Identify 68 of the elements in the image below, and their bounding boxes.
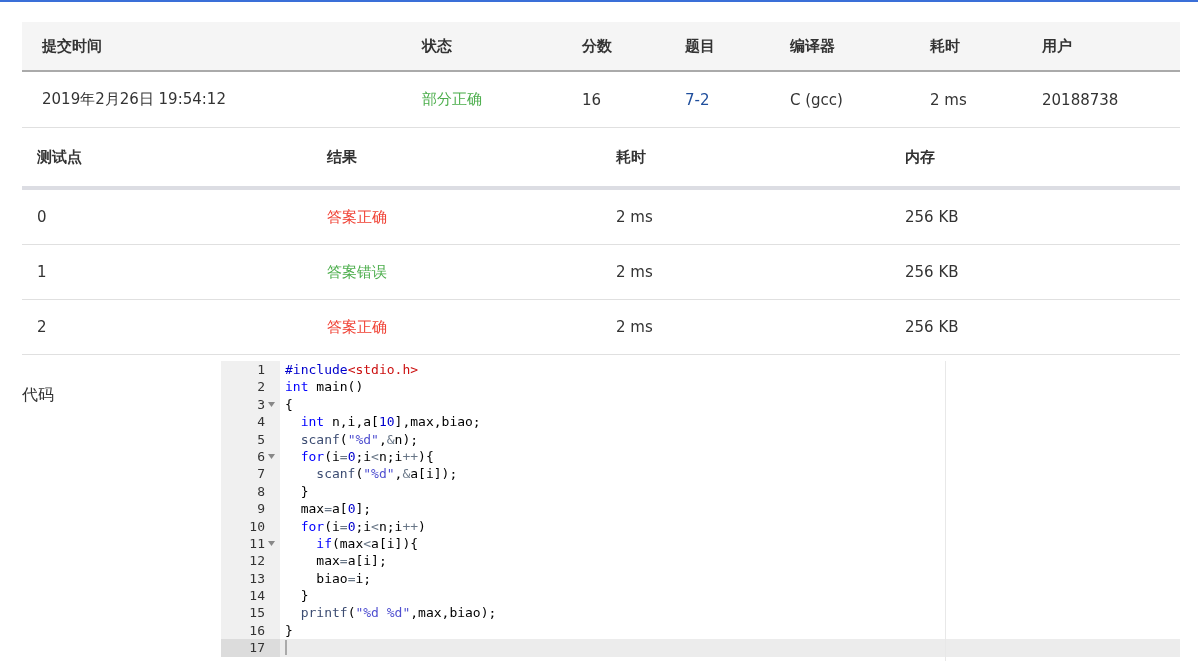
code-line: scanf("%d",&n); (299, 430, 419, 448)
code-line: printf("%d %d",max,biao); (299, 604, 497, 622)
test-id: 0 (37, 208, 47, 226)
line-number: 5 (257, 430, 265, 448)
test-id: 2 (37, 318, 47, 336)
text-cursor (285, 640, 287, 656)
line-number: 14 (249, 587, 265, 605)
result-text: 答案正确 (327, 207, 387, 227)
memory-cell: 256 KB (905, 208, 959, 226)
line-number: 12 (249, 552, 265, 570)
code-line: for(i=0;i<n;i++) (299, 517, 426, 535)
column-header: 编译器 (790, 36, 835, 56)
code-line: max=a[i]; (315, 552, 387, 570)
time-cell: 2 ms (616, 263, 653, 281)
duration-cell: 2 ms (930, 90, 967, 109)
line-number: 4 (257, 413, 265, 431)
code-line: scanf("%d",&a[i]); (315, 465, 458, 483)
column-header: 提交时间 (42, 36, 102, 56)
line-number: 10 (249, 517, 265, 535)
line-number: 1 (257, 361, 265, 379)
code-line: max=a[0]; (299, 500, 372, 518)
score-cell: 16 (582, 90, 602, 109)
line-number: 6 (257, 447, 265, 466)
time-cell: 2 ms (616, 318, 653, 336)
code-line: if(max<a[i]){ (315, 534, 419, 553)
code-line: } (299, 482, 309, 501)
compiler-cell: C (gcc) (790, 90, 843, 109)
status-text: 部分正确 (422, 90, 482, 109)
user-cell: 20188738 (1042, 90, 1119, 109)
column-header: 耗时 (616, 147, 646, 167)
line-number: 7 (257, 465, 265, 483)
column-header: 内存 (905, 147, 935, 167)
line-number: 16 (249, 621, 265, 640)
memory-cell: 256 KB (905, 318, 959, 336)
column-header: 用户 (1042, 36, 1072, 56)
time-cell: 2 ms (616, 208, 653, 226)
line-number: 11 (249, 534, 265, 553)
line-number: 3 (257, 395, 265, 414)
line-number: 2 (257, 378, 265, 396)
line-number: 8 (257, 482, 265, 501)
submit-time: 2019年2月26日 19:54:12 (42, 90, 226, 109)
code-line: biao=i; (315, 569, 372, 588)
code-line: for(i=0;i<n;i++){ (299, 447, 434, 466)
code-line: #include<stdio.h> (285, 361, 419, 379)
line-number: 15 (249, 604, 265, 622)
result-text: 答案错误 (327, 262, 387, 282)
column-header: 题目 (685, 36, 715, 56)
fold-caret-icon[interactable] (267, 454, 275, 460)
problem-link[interactable]: 7-2 (685, 90, 710, 109)
column-header: 状态 (422, 36, 452, 56)
column-header: 分数 (582, 36, 612, 56)
code-line: int main() (285, 378, 364, 396)
column-header: 测试点 (37, 147, 82, 167)
test-id: 1 (37, 263, 47, 281)
fold-caret-icon[interactable] (267, 541, 275, 547)
line-number: 9 (257, 500, 265, 518)
fold-caret-icon[interactable] (267, 401, 275, 407)
code-line: } (299, 587, 309, 605)
result-text: 答案正确 (327, 317, 387, 337)
line-number: 13 (249, 569, 265, 588)
column-header: 耗时 (930, 36, 960, 56)
column-header: 结果 (327, 147, 357, 167)
code-label: 代码 (22, 385, 55, 406)
code-line: { (285, 395, 293, 414)
line-number: 17 (249, 639, 265, 657)
memory-cell: 256 KB (905, 263, 959, 281)
code-line: int n,i,a[10],max,biao; (299, 413, 481, 431)
code-line: } (285, 621, 293, 640)
